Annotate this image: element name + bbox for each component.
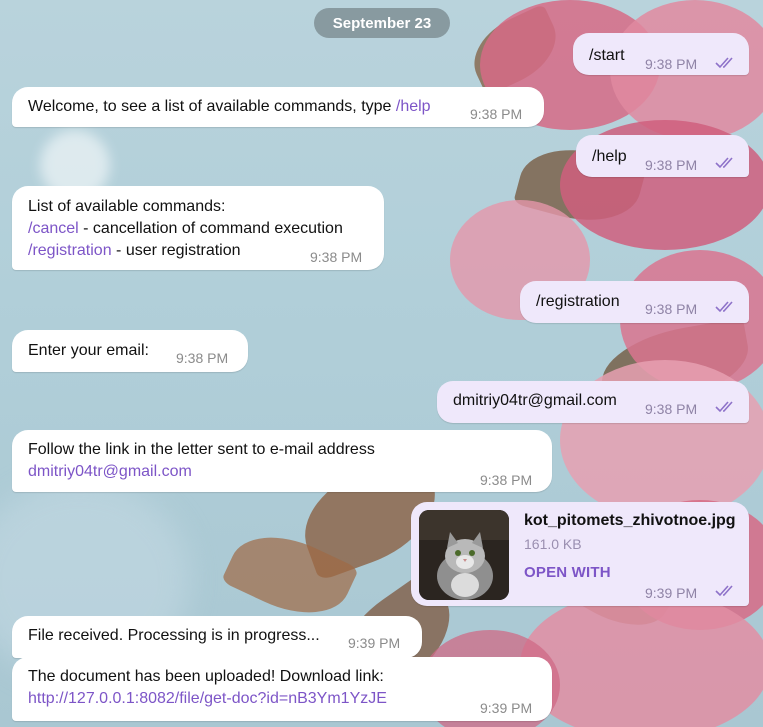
message-text: The document has been uploaded! Download… <box>28 666 387 710</box>
message-list[interactable]: September 23 /start 9:38 PM Welcome, to … <box>0 0 763 727</box>
command-link[interactable]: /help <box>396 98 431 115</box>
incoming-message[interactable]: The document has been uploaded! Download… <box>12 657 552 721</box>
double-check-icon <box>715 585 737 597</box>
outgoing-file-message[interactable]: kot_pitomets_zhivotnoe.jpg 161.0 KB OPEN… <box>411 502 749 606</box>
double-check-icon <box>715 301 737 313</box>
email-link[interactable]: dmitriy04tr@gmail.com <box>28 461 375 483</box>
message-time: 9:39 PM <box>645 585 698 601</box>
outgoing-message[interactable]: /start 9:38 PM <box>573 33 749 75</box>
double-check-icon <box>715 401 737 413</box>
incoming-message[interactable]: File received. Processing is in progress… <box>12 616 422 658</box>
message-text: Follow the link in the letter sent to e-… <box>28 439 375 483</box>
file-size: 161.0 KB <box>524 536 582 552</box>
message-time: 9:38 PM <box>176 350 229 366</box>
date-separator: September 23 <box>314 8 450 38</box>
message-text: /registration <box>536 293 620 310</box>
message-text: Enter your email: <box>28 342 149 359</box>
double-check-icon <box>715 157 737 169</box>
message-text: List of available commands: /cancel - ca… <box>28 198 343 259</box>
file-name: kot_pitomets_zhivotnoe.jpg <box>524 512 736 529</box>
command-link[interactable]: /cancel <box>28 220 79 237</box>
message-time: 9:38 PM <box>645 56 698 72</box>
command-link[interactable]: /registration <box>28 242 112 259</box>
open-with-button[interactable]: OPEN WITH <box>524 562 611 584</box>
incoming-message[interactable]: Enter your email: 9:38 PM <box>12 330 248 372</box>
incoming-message[interactable]: Follow the link in the letter sent to e-… <box>12 430 552 492</box>
outgoing-message[interactable]: dmitriy04tr@gmail.com 9:38 PM <box>437 381 749 423</box>
outgoing-message[interactable]: /registration 9:38 PM <box>520 281 749 323</box>
message-time: 9:39 PM <box>348 635 401 651</box>
download-link[interactable]: http://127.0.0.1:8082/file/get-doc?id=nB… <box>28 688 387 710</box>
message-text: dmitriy04tr@gmail.com <box>453 392 617 409</box>
message-text: Welcome, to see a list of available comm… <box>28 98 431 115</box>
message-time: 9:38 PM <box>645 157 698 173</box>
incoming-message[interactable]: Welcome, to see a list of available comm… <box>12 87 544 127</box>
message-text: /help <box>592 148 627 165</box>
outgoing-message[interactable]: /help 9:38 PM <box>576 135 749 177</box>
message-time: 9:38 PM <box>470 106 523 122</box>
cat-photo-icon <box>419 510 509 600</box>
cat-photo-thumbnail[interactable] <box>419 510 509 600</box>
double-check-icon <box>715 57 737 69</box>
message-time: 9:38 PM <box>645 301 698 317</box>
message-text: File received. Processing is in progress… <box>28 627 320 644</box>
message-time: 9:38 PM <box>645 401 698 417</box>
message-time: 9:38 PM <box>480 472 533 488</box>
message-text: /start <box>589 47 625 64</box>
incoming-message[interactable]: List of available commands: /cancel - ca… <box>12 186 384 270</box>
message-time: 9:39 PM <box>480 700 533 716</box>
message-time: 9:38 PM <box>310 249 363 265</box>
